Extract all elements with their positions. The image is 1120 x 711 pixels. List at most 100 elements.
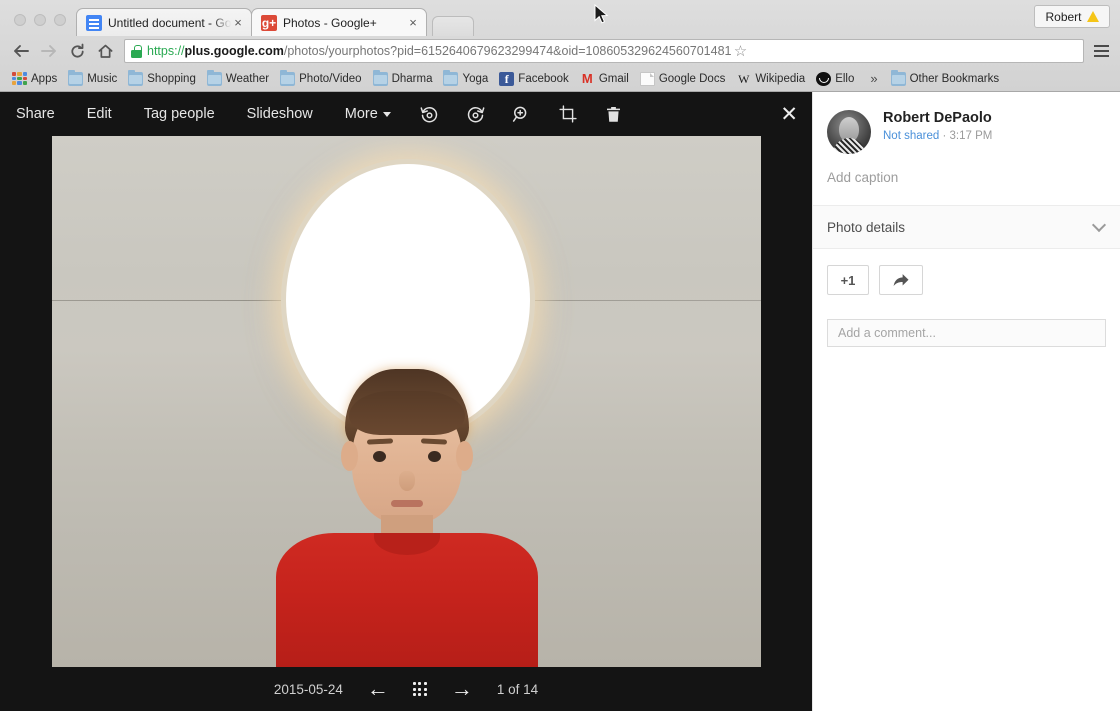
add-caption-field[interactable]: Add caption <box>813 154 1120 205</box>
share-button[interactable]: Share <box>0 92 71 136</box>
bookmark-other-bookmarks[interactable]: Other Bookmarks <box>887 70 1006 88</box>
zoom-icon[interactable] <box>499 92 545 136</box>
folder-icon <box>280 72 295 86</box>
bookmark-label: Weather <box>226 73 269 85</box>
profile-button[interactable]: Robert <box>1034 5 1110 28</box>
bookmark-label: Dharma <box>392 73 433 85</box>
bookmark-dharma[interactable]: Dharma <box>369 70 440 88</box>
tab-title: Photos - Google+ <box>283 16 406 30</box>
trash-icon[interactable] <box>591 92 637 136</box>
photo-counter: 1 of 14 <box>497 682 538 697</box>
more-label: More <box>345 106 378 122</box>
mouth <box>391 500 423 507</box>
bookmark-star-icon[interactable]: ☆ <box>732 42 750 60</box>
bookmark-label: Ello <box>835 73 854 85</box>
author-name[interactable]: Robert DePaolo <box>883 110 992 127</box>
photo-viewer: Share Edit Tag people Slideshow More <box>0 92 1120 711</box>
avatar[interactable] <box>827 110 871 154</box>
bookmark-ello[interactable]: Ello <box>812 70 861 88</box>
crop-icon[interactable] <box>545 92 591 136</box>
window-controls[interactable] <box>8 14 76 36</box>
tab-untitled-document[interactable]: Untitled document - Goog × <box>76 8 252 36</box>
action-row: +1 <box>813 249 1120 295</box>
bookmark-label: Other Bookmarks <box>910 73 999 85</box>
bookmark-gmail[interactable]: M Gmail <box>576 70 636 88</box>
google-docs-icon <box>86 15 102 31</box>
window-minimize-button[interactable] <box>34 14 46 26</box>
url-text: https://plus.google.com/photos/yourphoto… <box>147 44 732 58</box>
window-close-button[interactable] <box>14 14 26 26</box>
url-bar[interactable]: https://plus.google.com/photos/yourphoto… <box>124 39 1084 63</box>
add-comment-input[interactable]: Add a comment... <box>827 319 1106 347</box>
boy-subject <box>257 367 557 667</box>
reload-icon[interactable] <box>64 38 90 64</box>
bookmark-label: Yoga <box>462 73 488 85</box>
bookmark-wikipedia[interactable]: W Wikipedia <box>732 70 812 88</box>
bookmark-apps[interactable]: Apps <box>8 70 64 87</box>
lock-icon <box>131 45 142 58</box>
window-maximize-button[interactable] <box>54 14 66 26</box>
facebook-icon: f <box>499 72 514 86</box>
new-tab-button[interactable] <box>432 16 474 36</box>
rotate-left-icon[interactable] <box>407 92 453 136</box>
bookmark-weather[interactable]: Weather <box>203 70 276 88</box>
photo-stage: Share Edit Tag people Slideshow More <box>0 92 812 711</box>
plus-one-button[interactable]: +1 <box>827 265 869 295</box>
nose <box>399 471 415 491</box>
document-icon <box>640 72 655 86</box>
share-button[interactable] <box>879 265 923 295</box>
edit-button[interactable]: Edit <box>71 92 128 136</box>
close-viewer-button[interactable]: ✕ <box>780 104 798 125</box>
warning-triangle-icon <box>1087 11 1099 22</box>
tab-photos-google-plus[interactable]: g+ Photos - Google+ × <box>251 8 427 36</box>
bookmark-music[interactable]: Music <box>64 70 124 88</box>
profile-name: Robert <box>1045 10 1081 24</box>
slideshow-button[interactable]: Slideshow <box>231 92 329 136</box>
meta-separator: · <box>939 130 949 142</box>
grid-view-icon[interactable] <box>413 682 427 696</box>
bookmarks-overflow-icon[interactable]: » <box>861 71 886 86</box>
eye-right <box>428 451 441 462</box>
back-arrow-icon[interactable] <box>8 38 34 64</box>
ello-icon <box>816 72 831 86</box>
google-plus-icon: g+ <box>261 15 277 31</box>
bookmark-shopping[interactable]: Shopping <box>124 70 203 88</box>
omnibox-row: https://plus.google.com/photos/yourphoto… <box>0 36 1120 66</box>
bookmark-label: Photo/Video <box>299 73 361 85</box>
home-icon[interactable] <box>92 38 118 64</box>
share-arrow-icon <box>892 273 910 288</box>
tab-title: Untitled document - Goog <box>108 16 231 30</box>
bookmark-yoga[interactable]: Yoga <box>439 70 495 88</box>
share-status[interactable]: Not shared <box>883 130 939 142</box>
photo-details-section[interactable]: Photo details <box>813 205 1120 249</box>
browser-chrome: Untitled document - Goog × g+ Photos - G… <box>0 0 1120 92</box>
post-author-block: Robert DePaolo Not shared · 3:17 PM <box>883 110 992 142</box>
ear-left <box>341 441 358 471</box>
next-photo-button[interactable]: → <box>447 678 477 700</box>
rotate-right-icon[interactable] <box>453 92 499 136</box>
photo-image[interactable] <box>52 136 761 667</box>
avatar-body <box>833 138 865 154</box>
folder-icon <box>443 72 458 86</box>
more-menu-button[interactable]: More <box>329 92 407 136</box>
bookmark-photo-video[interactable]: Photo/Video <box>276 70 368 88</box>
photo-info-sidebar: Robert DePaolo Not shared · 3:17 PM Add … <box>812 92 1120 711</box>
photo-details-label: Photo details <box>827 220 905 235</box>
post-header: Robert DePaolo Not shared · 3:17 PM <box>813 92 1120 154</box>
bookmark-google-docs[interactable]: Google Docs <box>636 70 732 88</box>
folder-icon <box>68 72 83 86</box>
chevron-down-icon <box>383 112 391 117</box>
tab-close-icon[interactable]: × <box>231 16 245 30</box>
forward-arrow-icon[interactable] <box>36 38 62 64</box>
chevron-down-icon[interactable] <box>1092 217 1106 231</box>
eye-left <box>373 451 386 462</box>
folder-icon <box>207 72 222 86</box>
previous-photo-button[interactable]: ← <box>363 678 393 700</box>
bookmark-facebook[interactable]: f Facebook <box>495 70 576 88</box>
chrome-menu-icon[interactable] <box>1090 38 1112 64</box>
tab-close-icon[interactable]: × <box>406 16 420 30</box>
apps-grid-icon <box>12 72 27 85</box>
tag-people-button[interactable]: Tag people <box>128 92 231 136</box>
hair-fringe <box>349 391 465 435</box>
url-path: /photos/yourphotos?pid=61526406796232994… <box>284 44 732 58</box>
